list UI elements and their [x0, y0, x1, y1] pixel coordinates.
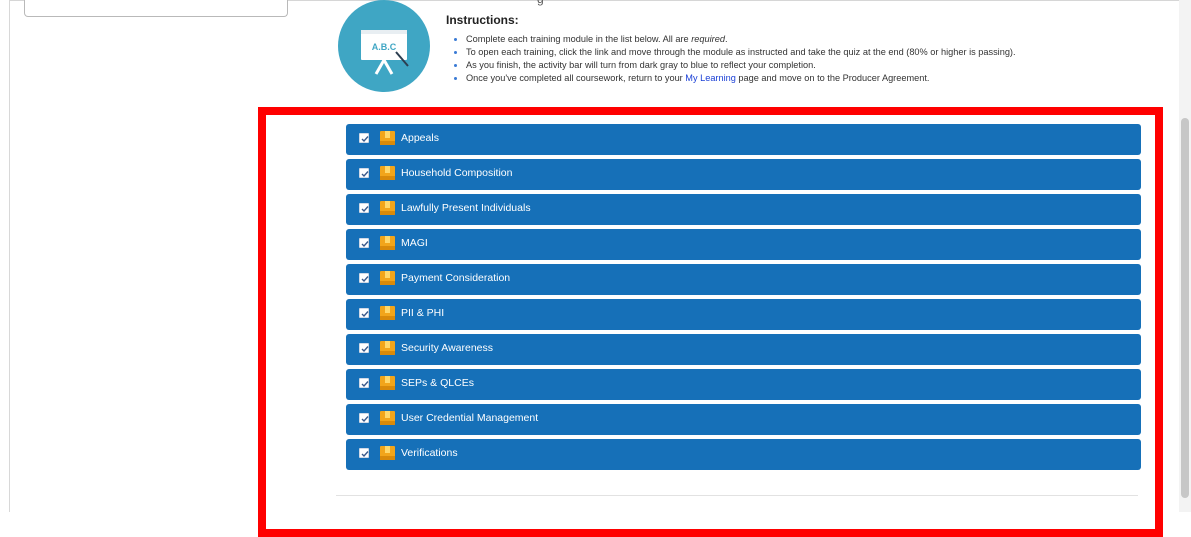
module-item-seps-qlces[interactable]: SEPs & QLCEs	[346, 369, 1141, 400]
module-item-appeals[interactable]: Appeals	[346, 124, 1141, 155]
board-text: A.B.C	[372, 42, 397, 52]
instruction-item: Once you've completed all coursework, re…	[452, 72, 1016, 85]
module-label[interactable]: MAGI	[401, 237, 428, 249]
checkbox-checked-icon[interactable]	[359, 343, 369, 353]
package-icon	[380, 131, 395, 145]
checkbox-checked-icon[interactable]	[359, 308, 369, 318]
module-label[interactable]: Payment Consideration	[401, 272, 510, 284]
module-label[interactable]: Lawfully Present Individuals	[401, 202, 531, 214]
scrollbar-thumb[interactable]	[1181, 118, 1189, 498]
module-item-security-awareness[interactable]: Security Awareness	[346, 334, 1141, 365]
module-item-verifications[interactable]: Verifications	[346, 439, 1141, 470]
checkbox-checked-icon[interactable]	[359, 378, 369, 388]
scrollbar[interactable]	[1179, 0, 1191, 512]
module-label[interactable]: User Credential Management	[401, 412, 538, 424]
package-icon	[380, 236, 395, 250]
checkbox-checked-icon[interactable]	[359, 413, 369, 423]
checkbox-checked-icon[interactable]	[359, 448, 369, 458]
module-item-lawfully-present-individuals[interactable]: Lawfully Present Individuals	[346, 194, 1141, 225]
instruction-item: Complete each training module in the lis…	[452, 33, 1016, 46]
checkbox-checked-icon[interactable]	[359, 168, 369, 178]
instruction-item: To open each training, click the link an…	[452, 46, 1016, 59]
module-label[interactable]: Household Composition	[401, 167, 512, 179]
package-icon	[380, 341, 395, 355]
checkbox-checked-icon[interactable]	[359, 238, 369, 248]
page-heading-fragment: g	[537, 0, 544, 6]
package-icon	[380, 446, 395, 460]
package-icon	[380, 201, 395, 215]
module-item-household-composition[interactable]: Household Composition	[346, 159, 1141, 190]
module-list: Appeals Household Composition Lawfully P…	[346, 124, 1141, 474]
package-icon	[380, 166, 395, 180]
package-icon	[380, 306, 395, 320]
course-board-icon: A.B.C	[338, 0, 430, 92]
checkbox-checked-icon[interactable]	[359, 133, 369, 143]
module-label[interactable]: SEPs & QLCEs	[401, 377, 474, 389]
module-label[interactable]: Verifications	[401, 447, 458, 459]
checkbox-checked-icon[interactable]	[359, 203, 369, 213]
package-icon	[380, 376, 395, 390]
module-item-magi[interactable]: MAGI	[346, 229, 1141, 260]
module-item-pii-phi[interactable]: PII & PHI	[346, 299, 1141, 330]
module-label[interactable]: Appeals	[401, 132, 439, 144]
left-rail	[0, 0, 10, 512]
module-label[interactable]: PII & PHI	[401, 307, 444, 319]
instructions-title: Instructions:	[446, 13, 519, 27]
module-item-payment-consideration[interactable]: Payment Consideration	[346, 264, 1141, 295]
package-icon	[380, 411, 395, 425]
my-learning-link[interactable]: My Learning	[685, 73, 736, 83]
instruction-item: As you finish, the activity bar will tur…	[452, 59, 1016, 72]
sidebar-panel	[24, 0, 288, 17]
module-label[interactable]: Security Awareness	[401, 342, 493, 354]
checkbox-checked-icon[interactable]	[359, 273, 369, 283]
package-icon	[380, 271, 395, 285]
bottom-divider	[336, 495, 1138, 496]
module-item-user-credential-management[interactable]: User Credential Management	[346, 404, 1141, 435]
instructions-list: Complete each training module in the lis…	[452, 33, 1016, 85]
